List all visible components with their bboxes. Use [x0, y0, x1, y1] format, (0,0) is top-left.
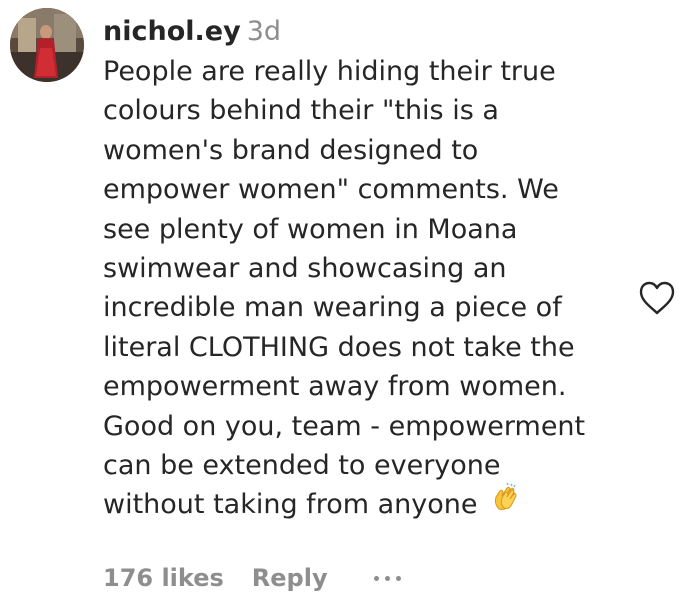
avatar[interactable] — [10, 8, 84, 82]
comment-text-line: Good on you, team - empowerment — [103, 410, 586, 442]
comment-actions: 176 likes Reply — [103, 560, 401, 596]
comment-text-line: People are really hiding their true — [103, 56, 556, 87]
username[interactable]: nichol.ey — [103, 16, 241, 47]
timestamp[interactable]: 3d — [247, 16, 281, 47]
heart-icon — [639, 281, 675, 315]
comment-text-line: can be extended to everyone — [103, 450, 501, 482]
comment-text: People are really hiding their true colo… — [103, 52, 633, 525]
dot — [384, 575, 390, 581]
reply-button[interactable]: Reply — [252, 564, 328, 592]
comment-content: nichol.ey 3d People are really hiding the… — [103, 12, 633, 525]
comment-text-line: women's brand designed to — [103, 134, 479, 166]
dot — [373, 575, 379, 581]
comment-text-line: swimwear and showcasing an — [103, 253, 507, 285]
comment-text-line: see plenty of women in Moana — [103, 213, 518, 245]
clapping-hands-icon — [491, 482, 521, 523]
comment-text-line: empower women" comments. We — [103, 174, 559, 206]
comment: nichol.ey 3d People are really hiding the… — [0, 0, 700, 616]
comment-text-line: incredible man wearing a piece of — [103, 292, 562, 324]
comment-text-line: empowerment away from women. — [103, 371, 567, 403]
comment-text-line: colours behind their "this is a — [103, 95, 499, 127]
more-options-icon[interactable] — [373, 568, 401, 588]
comment-header: nichol.ey 3d — [103, 12, 633, 52]
like-button[interactable] — [638, 280, 676, 316]
avatar-image — [10, 8, 84, 82]
comment-text-line: without taking from anyone — [103, 489, 478, 521]
comment-text-line: literal CLOTHING does not take the — [103, 331, 575, 363]
dot — [395, 575, 401, 581]
likes-count[interactable]: 176 likes — [103, 564, 224, 592]
comment-text-line-last: without taking from anyone — [103, 482, 633, 524]
